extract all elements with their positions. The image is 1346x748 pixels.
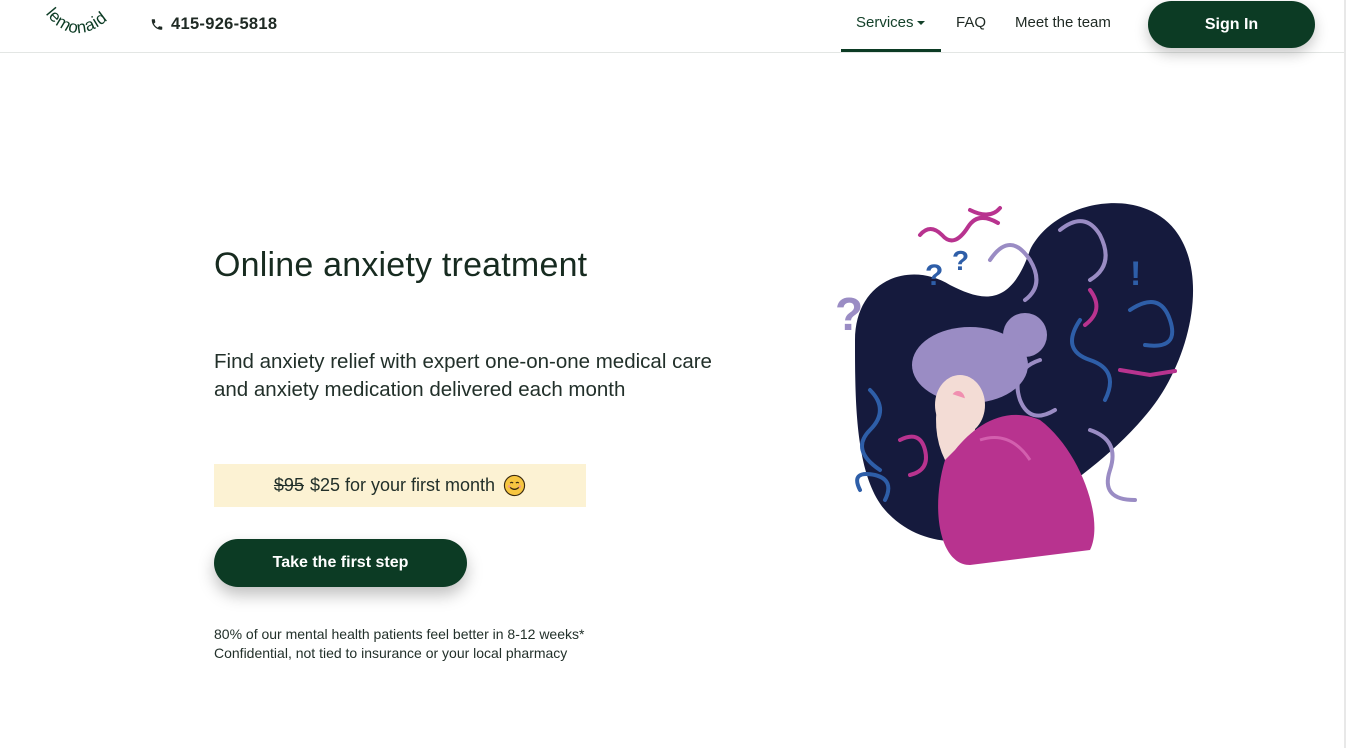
svg-text:!: !: [1130, 255, 1141, 293]
take-first-step-button[interactable]: Take the first step: [214, 539, 467, 587]
footnote-confidential: Confidential, not tied to insurance or y…: [214, 645, 568, 661]
nav-meet-the-team[interactable]: Meet the team: [1015, 14, 1111, 31]
footnote-stat: 80% of our mental health patients feel b…: [214, 626, 585, 642]
top-header: lemonaid 415-926-5818 Services FAQ Meet …: [0, 0, 1346, 53]
old-price: $95: [273, 475, 304, 495]
promo-text: $25 for your first month: [309, 475, 496, 495]
hero-subtitle: Find anxiety relief with expert one-on-o…: [214, 350, 712, 401]
phone-icon: [151, 18, 163, 30]
svg-text:?: ?: [835, 288, 863, 340]
lemonaid-logo[interactable]: lemonaid: [38, 2, 122, 48]
promo-banner: $95 $25 for your first month: [214, 464, 586, 507]
anxiety-illustration: ? ? ? !: [835, 203, 1194, 565]
phone-link[interactable]: 415-926-5818: [150, 13, 277, 35]
svg-text:lemonaid: lemonaid: [42, 4, 110, 37]
nav-services[interactable]: Services: [856, 14, 925, 31]
svg-text:?: ?: [952, 245, 969, 276]
logo-text: lemonaid: [42, 4, 110, 37]
nav-faq[interactable]: FAQ: [956, 14, 986, 31]
svg-text:?: ?: [925, 259, 943, 292]
nav-services-label: Services: [856, 14, 914, 31]
sign-in-button[interactable]: Sign In: [1148, 1, 1315, 48]
phone-number[interactable]: 415-926-5818: [171, 15, 277, 34]
page-title: Online anxiety treatment: [214, 246, 588, 284]
caret-down-icon: [916, 21, 925, 26]
smiley-icon: [503, 474, 526, 497]
nav-active-underline: [841, 49, 941, 52]
